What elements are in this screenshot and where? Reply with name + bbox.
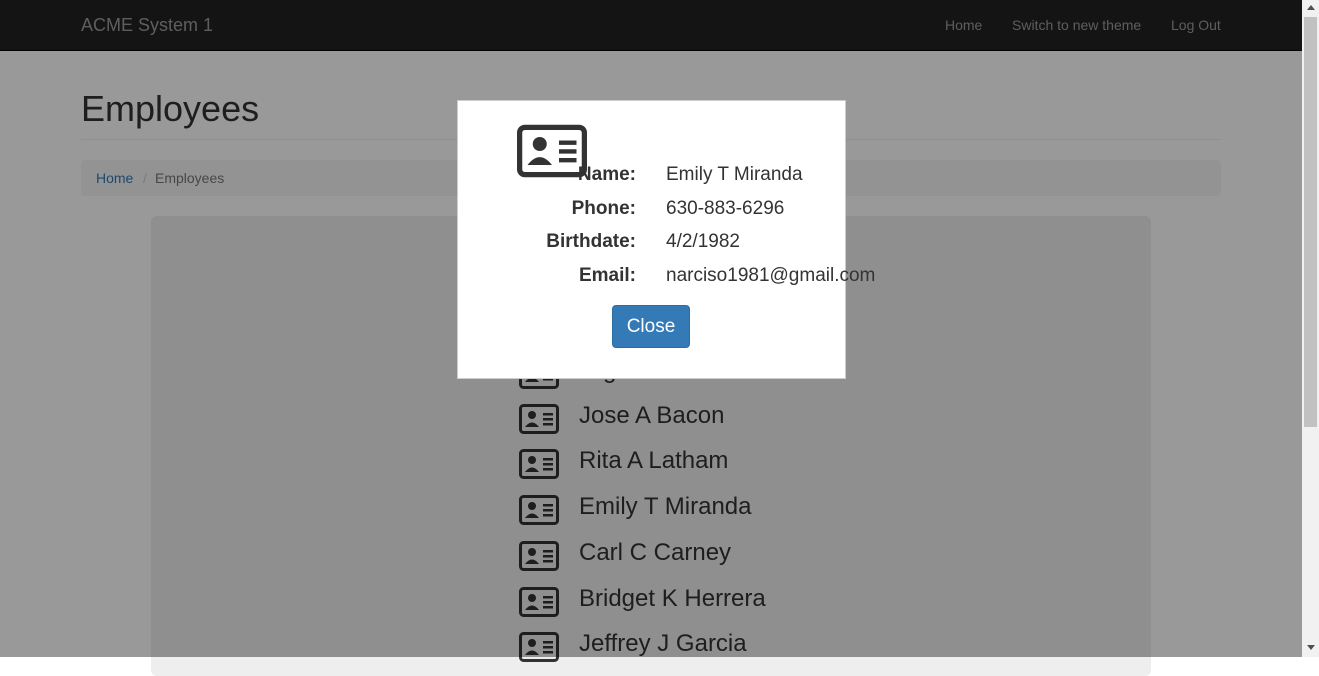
- email-label: Email:: [578, 265, 636, 286]
- scroll-up-arrow-icon[interactable]: [1307, 5, 1315, 10]
- birthdate-value: 4/2/1982: [666, 231, 740, 252]
- close-button[interactable]: Close: [612, 305, 690, 348]
- birthdate-label: Birthdate:: [546, 231, 636, 252]
- page-scrollbar[interactable]: [1302, 0, 1319, 657]
- employee-detail-modal: Name: Emily T Miranda Phone: 630-883-629…: [457, 100, 875, 379]
- scroll-down-arrow-icon[interactable]: [1307, 645, 1315, 650]
- name-value: Emily T Miranda: [666, 164, 803, 185]
- phone-value: 630-883-6296: [666, 198, 785, 219]
- phone-label: Phone:: [571, 198, 636, 219]
- scroll-thumb[interactable]: [1304, 17, 1317, 427]
- email-value: narciso1981@gmail.com: [666, 265, 876, 286]
- name-label: Name:: [577, 164, 636, 185]
